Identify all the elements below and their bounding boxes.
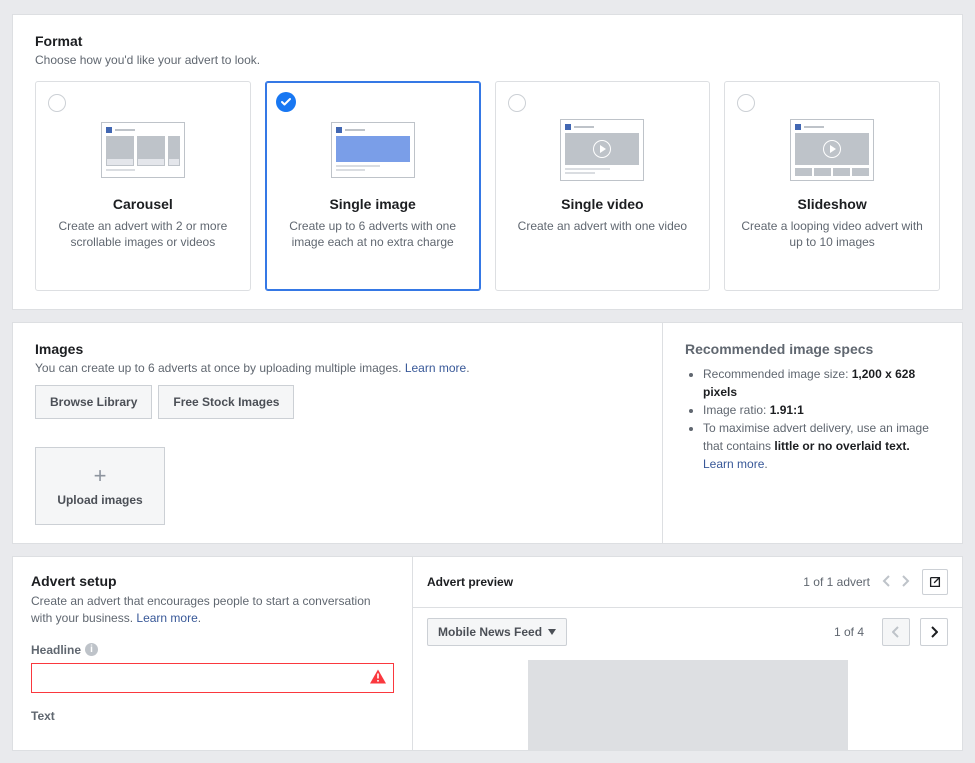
advert-setup-panel: Advert setup Create an advert that encou… [12, 556, 963, 751]
prev-variant-button[interactable] [882, 618, 910, 646]
caret-down-icon [548, 629, 556, 635]
alert-icon [370, 669, 386, 686]
radio-icon [737, 94, 755, 112]
specs-learn-more-link[interactable]: Learn more [703, 457, 764, 471]
images-title: Images [35, 341, 640, 357]
format-option-slideshow[interactable]: Slideshow Create a looping video advert … [724, 81, 940, 291]
specs-list: Recommended image size: 1,200 x 628 pixe… [685, 365, 940, 473]
format-card-title: Single video [506, 196, 700, 212]
free-stock-images-button[interactable]: Free Stock Images [158, 385, 294, 419]
format-panel: Format Choose how you'd like your advert… [12, 14, 963, 310]
radio-icon [48, 94, 66, 112]
upload-images-button[interactable]: + Upload images [35, 447, 165, 525]
setup-learn-more-link[interactable]: Learn more [136, 611, 197, 625]
external-link-icon [928, 575, 942, 589]
advert-setup-title: Advert setup [31, 573, 394, 589]
images-learn-more-link[interactable]: Learn more [405, 361, 466, 375]
advert-pager-text: 1 of 1 advert [803, 575, 870, 589]
format-desc: Choose how you'd like your advert to loo… [35, 53, 940, 67]
format-option-carousel[interactable]: Carousel Create an advert with 2 or more… [35, 81, 251, 291]
preview-placement-dropdown[interactable]: Mobile News Feed [427, 618, 567, 646]
images-panel: Images You can create up to 6 adverts at… [12, 322, 963, 544]
plus-icon: + [94, 465, 107, 487]
format-title: Format [35, 33, 940, 49]
preview-placeholder [528, 660, 848, 750]
format-card-title: Carousel [46, 196, 240, 212]
single-image-thumbnail [327, 118, 419, 182]
format-card-desc: Create a looping video advert with up to… [735, 218, 929, 250]
format-card-desc: Create up to 6 adverts with one image ea… [276, 218, 470, 250]
text-label: Text [31, 709, 394, 723]
variant-pager-text: 1 of 4 [834, 625, 864, 639]
specs-title: Recommended image specs [685, 341, 940, 357]
browse-library-button[interactable]: Browse Library [35, 385, 152, 419]
single-video-thumbnail [556, 118, 648, 182]
carousel-thumbnail [97, 118, 189, 182]
advert-preview-title: Advert preview [427, 575, 803, 589]
slideshow-thumbnail [786, 118, 878, 182]
help-icon[interactable]: i [85, 643, 98, 656]
open-external-button[interactable] [922, 569, 948, 595]
radio-icon [508, 94, 526, 112]
headline-label: Headline i [31, 643, 394, 657]
format-card-title: Single image [276, 196, 470, 212]
prev-advert-button[interactable] [878, 574, 896, 590]
format-card-title: Slideshow [735, 196, 929, 212]
play-icon [593, 140, 611, 158]
headline-input[interactable] [31, 663, 394, 693]
advert-setup-desc: Create an advert that encourages people … [31, 593, 394, 627]
format-option-single-video[interactable]: Single video Create an advert with one v… [495, 81, 711, 291]
next-variant-button[interactable] [920, 618, 948, 646]
format-option-single-image[interactable]: Single image Create up to 6 adverts with… [265, 81, 481, 291]
images-desc: You can create up to 6 adverts at once b… [35, 361, 640, 375]
radio-checked-icon [276, 92, 296, 112]
format-card-desc: Create an advert with 2 or more scrollab… [46, 218, 240, 250]
format-card-desc: Create an advert with one video [506, 218, 700, 234]
play-icon [823, 140, 841, 158]
next-advert-button[interactable] [896, 574, 914, 590]
